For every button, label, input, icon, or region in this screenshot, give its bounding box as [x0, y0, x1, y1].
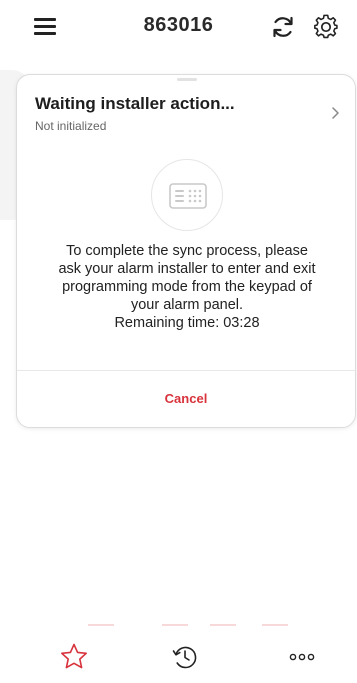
- panel-id-title: 863016: [143, 14, 214, 36]
- star-icon[interactable]: [59, 642, 89, 672]
- chevron-right-icon[interactable]: [329, 103, 343, 123]
- status-title: Waiting installer action...: [35, 94, 235, 113]
- keypad-icon: [169, 183, 207, 209]
- app-screen: 863016 Waiting installer action... Not i…: [0, 0, 357, 683]
- drag-handle[interactable]: [177, 78, 197, 81]
- instruction-line: programming mode from the keypad of: [62, 279, 312, 295]
- card-divider: [17, 370, 355, 371]
- gear-icon[interactable]: [313, 14, 339, 40]
- instruction-line: ask your alarm installer to enter and ex…: [58, 261, 316, 277]
- instruction-line: To complete the sync process, please: [66, 243, 308, 259]
- status-subtitle: Not initialized: [35, 119, 107, 133]
- sync-icon[interactable]: [270, 14, 296, 40]
- bottom-navigation: [0, 626, 357, 683]
- instruction-line: your alarm panel.: [130, 297, 244, 313]
- remaining-time: Remaining time: 03:28: [114, 315, 260, 331]
- sync-instructions: To complete the sync process, please ask…: [27, 242, 347, 332]
- keypad-illustration: [151, 159, 223, 231]
- sync-status-card: Waiting installer action... Not initiali…: [16, 74, 356, 428]
- more-icon[interactable]: [287, 642, 317, 672]
- top-bar: 863016: [0, 0, 357, 56]
- history-icon[interactable]: [170, 642, 200, 672]
- cancel-button[interactable]: Cancel: [17, 391, 355, 406]
